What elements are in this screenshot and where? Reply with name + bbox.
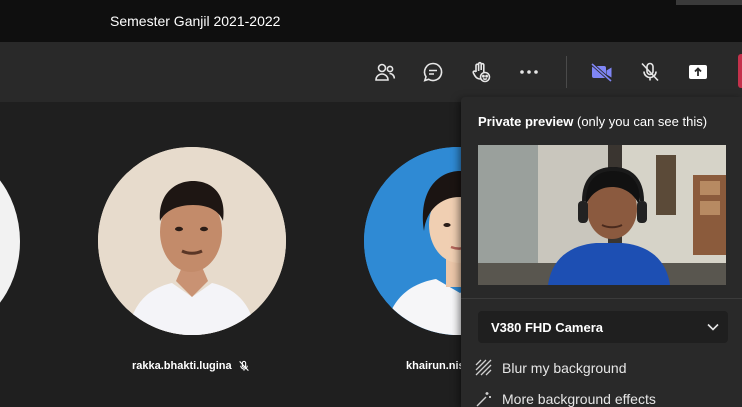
blur-background-option[interactable]: Blur my background xyxy=(475,359,627,377)
participant-name: rakka.bhakti.lugina xyxy=(132,360,232,372)
meeting-toolbar xyxy=(0,42,742,102)
camera-icon[interactable] xyxy=(587,57,617,87)
share-icon[interactable] xyxy=(683,57,713,87)
camera-preview xyxy=(478,145,726,285)
participant-avatar xyxy=(98,147,286,335)
camera-select-value: V380 FHD Camera xyxy=(491,319,603,335)
window-title: Semester Ganjil 2021-2022 xyxy=(110,13,281,29)
titlebar-edge xyxy=(676,0,742,5)
private-preview-panel: Private preview (only you can see this) … xyxy=(461,97,742,407)
blur-background-label: Blur my background xyxy=(502,360,627,376)
more-icon[interactable] xyxy=(514,57,544,87)
participant-name: khairun.nis xyxy=(406,360,465,372)
mic-off-icon[interactable] xyxy=(635,57,665,87)
camera-select[interactable]: V380 FHD Camera xyxy=(478,311,728,343)
mic-off-icon xyxy=(238,360,249,372)
magic-wand-icon xyxy=(476,392,491,407)
blur-icon xyxy=(475,359,492,376)
panel-title-bold: Private preview xyxy=(478,114,574,129)
more-background-effects-label: More background effects xyxy=(502,391,656,407)
panel-title: Private preview (only you can see this) xyxy=(478,114,707,129)
leave-button[interactable] xyxy=(738,54,742,88)
chat-icon[interactable] xyxy=(418,57,448,87)
chevron-down-icon xyxy=(707,323,719,331)
toolbar-divider xyxy=(566,56,567,88)
more-background-effects-option[interactable]: More background effects xyxy=(475,390,656,407)
participant-name-tag: khairun.nis xyxy=(406,360,465,372)
participant-name-tag: rakka.bhakti.lugina xyxy=(132,360,250,372)
people-icon[interactable] xyxy=(370,57,400,87)
panel-divider xyxy=(461,298,742,299)
title-bar: Semester Ganjil 2021-2022 xyxy=(0,0,742,42)
panel-title-note: (only you can see this) xyxy=(573,114,708,129)
participant-avatar-left xyxy=(0,149,20,334)
raise-hand-icon[interactable] xyxy=(466,57,496,87)
